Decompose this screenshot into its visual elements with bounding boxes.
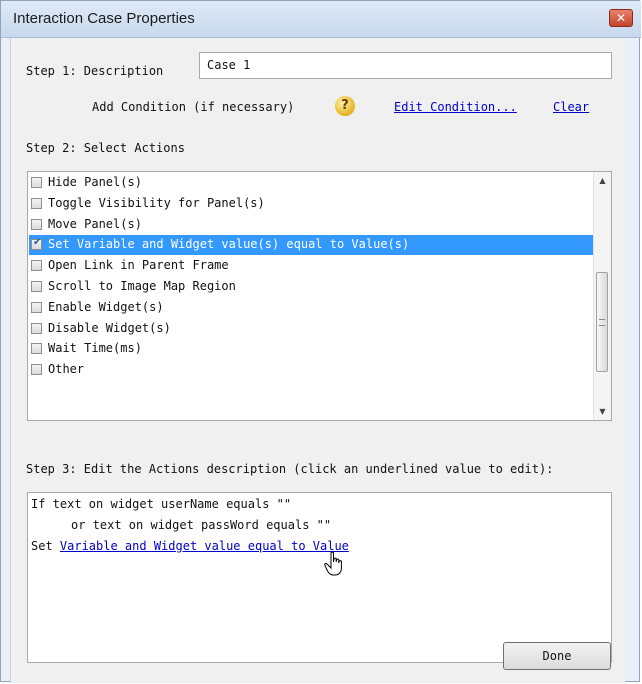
action-item[interactable]: Wait Time(ms) (29, 339, 594, 359)
close-button[interactable]: ✕ (609, 9, 633, 27)
action-item[interactable]: Toggle Visibility for Panel(s) (29, 194, 594, 214)
action-label: Hide Panel(s) (48, 175, 142, 189)
action-checkbox[interactable] (31, 218, 42, 230)
action-label: Other (48, 362, 85, 377)
variable-widget-value-link[interactable]: Variable and Widget value equal to Value (60, 539, 349, 553)
action-label: Set Variable and Widget value(s) equal t… (48, 237, 410, 252)
action-label: Enable Widget(s) (48, 299, 164, 314)
title-bar[interactable]: Interaction Case Properties ✕ (1, 1, 641, 38)
description-line-1: If text on widget userName equals "" (31, 497, 292, 511)
action-item[interactable]: Move Panel(s) (29, 215, 594, 235)
dialog-window: Interaction Case Properties ✕ Step 1: De… (0, 0, 641, 683)
scroll-thumb[interactable] (596, 272, 608, 372)
action-item[interactable]: Open Link in Parent Frame (29, 256, 594, 276)
action-label: Wait Time(ms) (48, 341, 142, 356)
action-label: Move Panel(s) (48, 216, 142, 231)
description-line-3: Set Variable and Widget value equal to V… (31, 539, 349, 553)
action-checkbox[interactable] (31, 343, 42, 355)
dialog-content: Step 1: Description Case 1 Add Condition… (10, 38, 625, 683)
action-label: Disable Widget(s) (48, 320, 171, 335)
dialog-title: Interaction Case Properties (13, 10, 195, 27)
scroll-up-arrow-icon[interactable]: ▲ (594, 172, 611, 189)
done-label: Done (542, 649, 572, 663)
action-label: Open Link in Parent Frame (48, 258, 229, 273)
action-checkbox[interactable] (31, 197, 42, 209)
description-value: Case 1 (207, 58, 251, 72)
hand-cursor-icon (324, 551, 342, 576)
action-label: Scroll to Image Map Region (48, 279, 236, 293)
clear-link[interactable]: Clear (553, 100, 589, 114)
actions-list[interactable]: Hide Panel(s) Toggle Visibility for Panel… (27, 171, 612, 421)
action-checkbox[interactable]: ✔ (31, 237, 42, 251)
edit-condition-link[interactable]: Edit Condition... (394, 100, 517, 114)
question-bubble-icon[interactable]: ? (335, 96, 355, 116)
step1-label: Step 1: Description (26, 64, 164, 78)
add-condition-label: Add Condition (if necessary) (92, 100, 295, 114)
checkmark-icon: ✔ (33, 237, 42, 249)
action-item[interactable]: Disable Widget(s) (29, 319, 594, 339)
actions-scrollbar[interactable]: ▲ ▼ (593, 172, 611, 420)
description-line-3-prefix: Set (31, 539, 60, 553)
actions-description-box[interactable]: If text on widget userName equals "" or … (27, 492, 612, 663)
action-item[interactable]: Scroll to Image Map Region (29, 277, 594, 297)
action-checkbox[interactable] (31, 364, 42, 376)
action-checkbox[interactable] (31, 281, 42, 292)
action-checkbox[interactable] (31, 322, 42, 334)
description-line-2: or text on widget passWord equals "" (71, 518, 332, 532)
step3-label: Step 3: Edit the Actions description (cl… (26, 462, 554, 476)
action-item[interactable]: Hide Panel(s) (29, 173, 594, 193)
scroll-grip-icon (599, 319, 605, 326)
action-item[interactable]: Other (29, 360, 594, 380)
action-item[interactable]: Enable Widget(s) (29, 298, 594, 318)
action-checkbox[interactable] (31, 260, 42, 272)
step2-label: Step 2: Select Actions (26, 141, 185, 155)
action-label: Toggle Visibility for Panel(s) (48, 195, 265, 210)
action-checkbox[interactable] (31, 301, 42, 313)
action-checkbox[interactable] (31, 177, 42, 188)
scroll-down-arrow-icon[interactable]: ▼ (594, 403, 611, 420)
description-input[interactable]: Case 1 (199, 52, 612, 79)
close-icon: ✕ (615, 11, 627, 25)
done-button[interactable]: Done (503, 642, 611, 670)
action-item[interactable]: ✔ Set Variable and Widget value(s) equal … (29, 235, 594, 256)
